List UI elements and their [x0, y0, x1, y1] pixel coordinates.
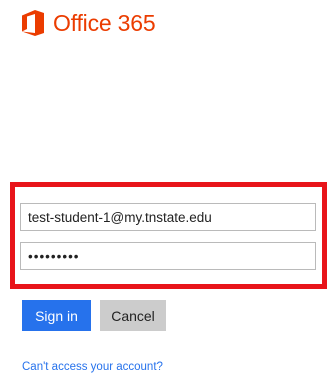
- username-input[interactable]: [20, 203, 316, 231]
- office365-signin-page: Office 365 Sign in Cancel Can't access y…: [0, 0, 332, 374]
- brand-header: Office 365: [22, 8, 156, 38]
- credentials-highlight-box: [10, 182, 327, 289]
- brand-name: Office 365: [53, 10, 156, 36]
- sign-in-button[interactable]: Sign in: [22, 300, 91, 331]
- cancel-button[interactable]: Cancel: [100, 300, 166, 331]
- password-input[interactable]: [20, 242, 316, 270]
- office-logo-icon: [22, 10, 44, 36]
- cant-access-account-link[interactable]: Can't access your account?: [22, 361, 163, 373]
